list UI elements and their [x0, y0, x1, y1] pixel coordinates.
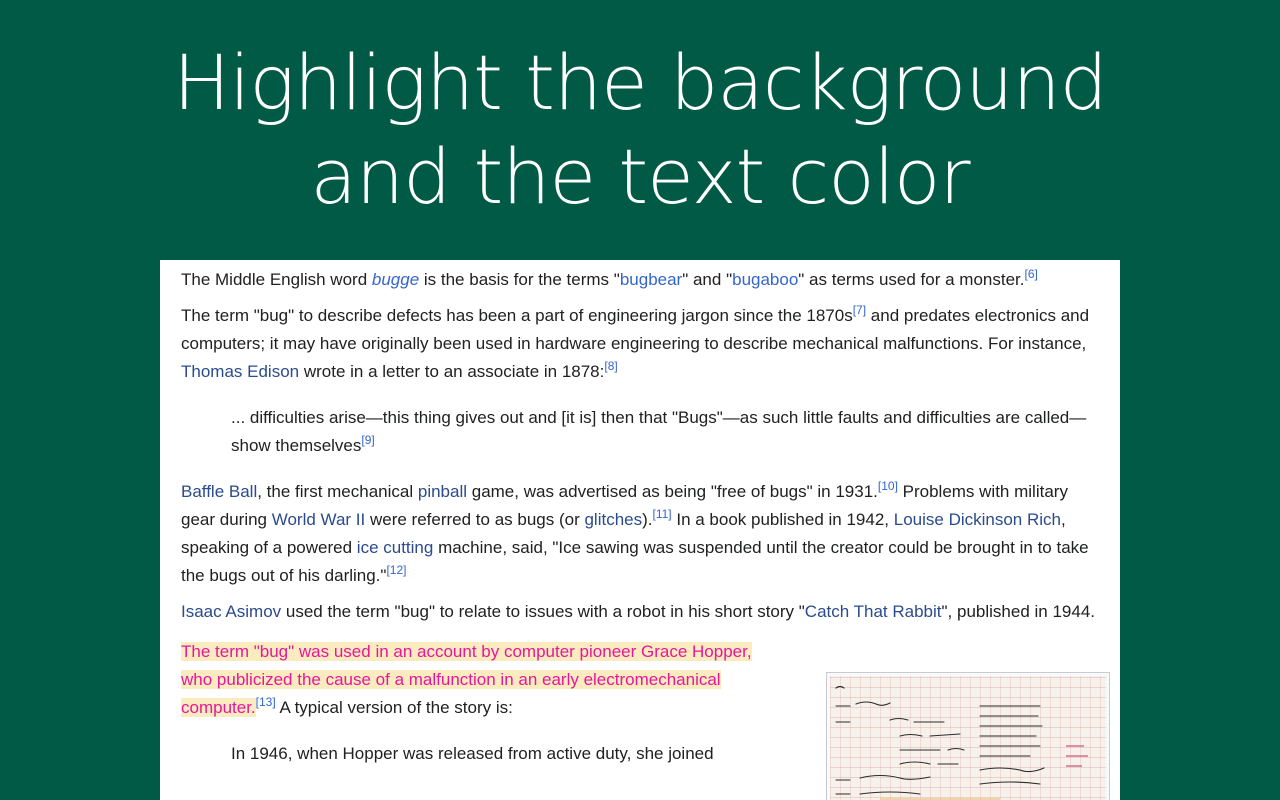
link-ice-cutting[interactable]: ice cutting	[357, 538, 434, 557]
citation-link-11[interactable]: [11]	[653, 507, 672, 521]
paragraph-hopper: The term "bug" was used in an account by…	[181, 638, 781, 722]
slide-title-line2: and the text color	[310, 132, 970, 221]
quote-edison: ... difficulties arise—this thing gives …	[231, 404, 1101, 460]
logbook-handwriting	[835, 685, 1088, 800]
slide-title-line1: Highlight the background	[173, 38, 1108, 127]
citation-link-6[interactable]: [6]	[1024, 267, 1037, 281]
text: The Middle English word	[181, 270, 372, 289]
citation: [11]	[653, 507, 672, 521]
text: were referred to as bugs (or	[365, 510, 585, 529]
article-excerpt: The Middle English word bugge is the bas…	[160, 260, 1120, 800]
text: In a book published in 1942,	[671, 510, 894, 529]
citation: [6]	[1024, 267, 1037, 281]
text: A typical version of the story is:	[275, 698, 513, 717]
quote-text: In 1946, when Hopper was released from a…	[231, 744, 714, 763]
link-louise-dickinson-rich[interactable]: Louise Dickinson Rich	[894, 510, 1061, 529]
citation-link-7[interactable]: [7]	[853, 303, 866, 317]
link-world-war-ii[interactable]: World War II	[272, 510, 366, 529]
citation: [8]	[604, 359, 617, 373]
citation-link-10[interactable]: [10]	[878, 479, 898, 493]
text: " and "	[682, 270, 733, 289]
text: wrote in a letter to an associate in 187…	[299, 362, 605, 381]
quote-hopper: In 1946, when Hopper was released from a…	[231, 740, 791, 768]
text: The term "bug" to describe defects has b…	[181, 306, 853, 325]
citation-link-12[interactable]: [12]	[386, 563, 406, 577]
link-catch-that-rabbit[interactable]: Catch That Rabbit	[805, 602, 942, 621]
text: ).	[642, 510, 653, 529]
link-bugaboo[interactable]: bugaboo	[732, 270, 798, 289]
citation: [13]	[256, 695, 276, 709]
citation: [7]	[853, 303, 866, 317]
link-pinball[interactable]: pinball	[418, 482, 467, 501]
logbook-photo-icon	[830, 676, 1106, 800]
text: used the term "bug" to relate to issues …	[281, 602, 805, 621]
link-bugge[interactable]: bugge	[372, 270, 419, 289]
link-text: bugge	[371, 270, 420, 289]
citation: [12]	[386, 563, 406, 577]
slide-title: Highlight the background and the text co…	[0, 36, 1280, 224]
paragraph-etymology: The Middle English word bugge is the bas…	[181, 266, 1101, 294]
link-thomas-edison[interactable]: Thomas Edison	[181, 362, 299, 381]
citation: [9]	[361, 433, 374, 447]
link-baffle-ball[interactable]: Baffle Ball	[181, 482, 257, 501]
text: " as terms used for a monster.	[798, 270, 1025, 289]
link-glitches[interactable]: glitches	[584, 510, 642, 529]
quote-text: ... difficulties arise—this thing gives …	[231, 408, 1087, 455]
citation-link-8[interactable]: [8]	[604, 359, 617, 373]
logbook-figure[interactable]	[826, 672, 1110, 800]
citation: [10]	[878, 479, 898, 493]
text: game, was advertised as being "free of b…	[467, 482, 878, 501]
text: is the basis for the terms "	[419, 270, 620, 289]
citation-link-9[interactable]: [9]	[361, 433, 374, 447]
paragraph-history: Baffle Ball, the first mechanical pinbal…	[181, 478, 1101, 590]
link-bugbear[interactable]: bugbear	[620, 270, 682, 289]
link-isaac-asimov[interactable]: Isaac Asimov	[181, 602, 281, 621]
text: , the first mechanical	[257, 482, 418, 501]
paragraph-engineering: The term "bug" to describe defects has b…	[181, 302, 1101, 386]
paragraph-asimov: Isaac Asimov used the term "bug" to rela…	[181, 598, 1101, 626]
citation-link-13[interactable]: [13]	[256, 695, 276, 709]
text: ", published in 1944.	[941, 602, 1095, 621]
